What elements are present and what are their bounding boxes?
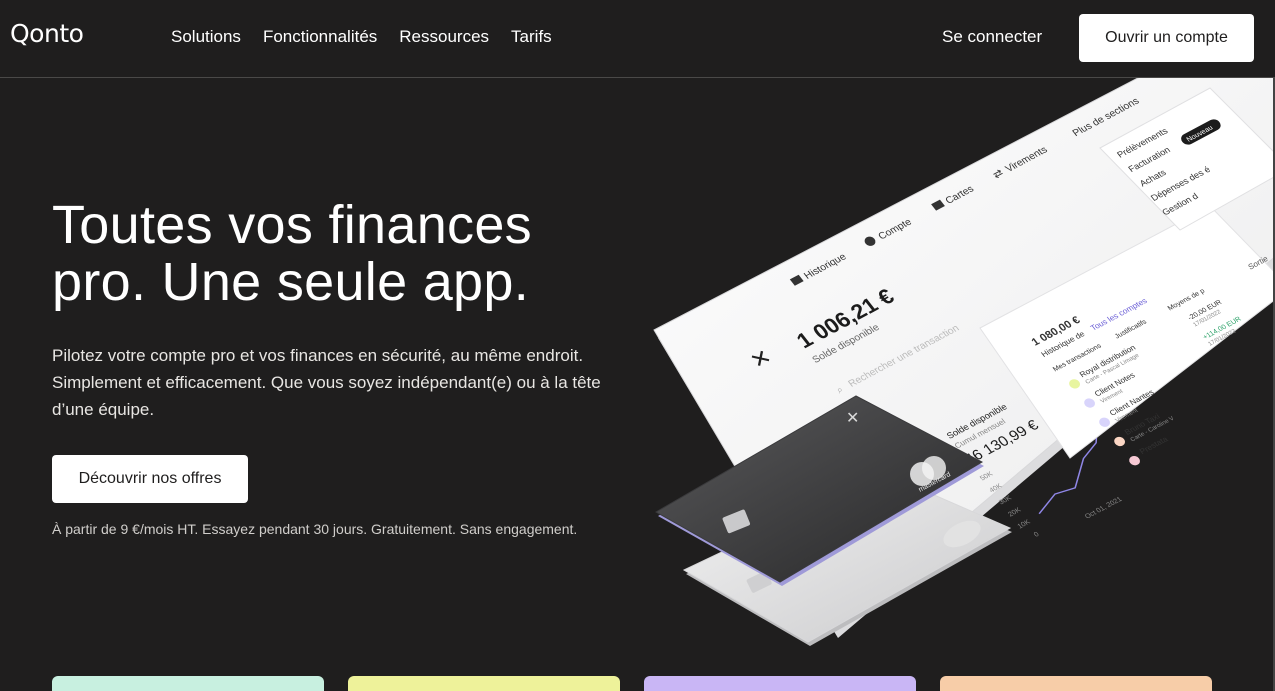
login-link[interactable]: Se connecter (942, 27, 1042, 47)
pricing-note: À partir de 9 €/mois HT. Essayez pendant… (52, 521, 578, 537)
nav-item-tarifs[interactable]: Tarifs (511, 27, 552, 47)
open-account-button[interactable]: Ouvrir un compte (1079, 14, 1254, 62)
feature-card-mint[interactable] (52, 676, 324, 691)
hero-title-line-1: Toutes vos finances (52, 195, 532, 255)
nav-item-ressources[interactable]: Ressources (399, 27, 489, 47)
nav-item-solutions[interactable]: Solutions (171, 27, 241, 47)
top-navigation-bar: Qonto Solutions Fonctionnalités Ressourc… (0, 0, 1275, 78)
chart-date-label: Oct 01, 2021 (1084, 496, 1124, 520)
nav-item-fonctionnalites[interactable]: Fonctionnalités (263, 27, 377, 47)
hero-title: Toutes vos finances pro. Une seule app. (52, 197, 652, 311)
hero-subtitle: Pilotez votre compte pro et vos finances… (52, 346, 601, 419)
feature-card-lavender[interactable] (644, 676, 916, 691)
feature-card-peach[interactable] (940, 676, 1212, 691)
qonto-logo[interactable]: Qonto (10, 19, 84, 48)
chart-tick-0: 0 (1033, 531, 1041, 538)
qonto-card-symbol-icon: ✕ (846, 410, 859, 427)
chart-tick-20k: 20K (1007, 507, 1023, 519)
chart-tick-10k: 10K (1016, 519, 1032, 531)
app-illustration: Historique Compte Cartes ⇄ Virements Plu… (650, 78, 1275, 668)
discover-offers-button[interactable]: Découvrir nos offres (52, 455, 248, 503)
hero-title-line-2: pro. Une seule app. (52, 252, 530, 312)
feature-card-lime[interactable] (348, 676, 620, 691)
main-nav: Solutions Fonctionnalités Ressources Tar… (171, 27, 552, 47)
